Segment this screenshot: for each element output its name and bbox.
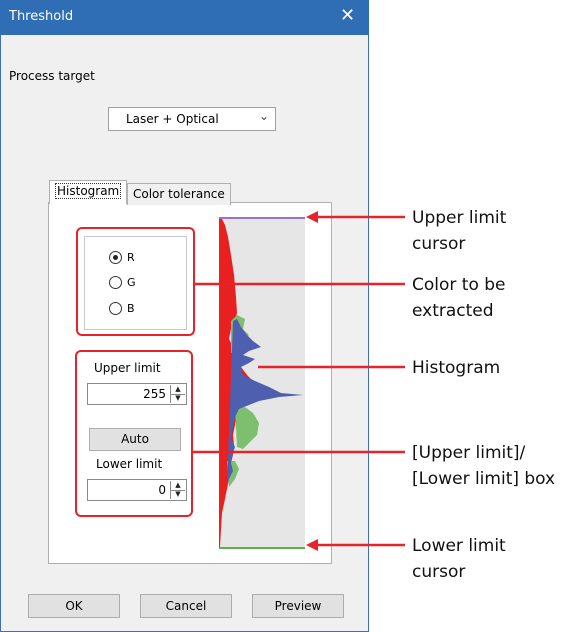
- callout-limit-box: [Upper limit]/[Lower limit] box: [412, 443, 556, 489]
- callout-color: Color to be extracted: [412, 275, 506, 321]
- callout-histogram: Histogram: [412, 358, 501, 378]
- tab-histogram[interactable]: Histogram: [49, 180, 128, 204]
- callout-lower-cursor: Lower limit cursor: [412, 536, 506, 582]
- callout-upper-cursor: Upper limit cursor: [412, 208, 507, 254]
